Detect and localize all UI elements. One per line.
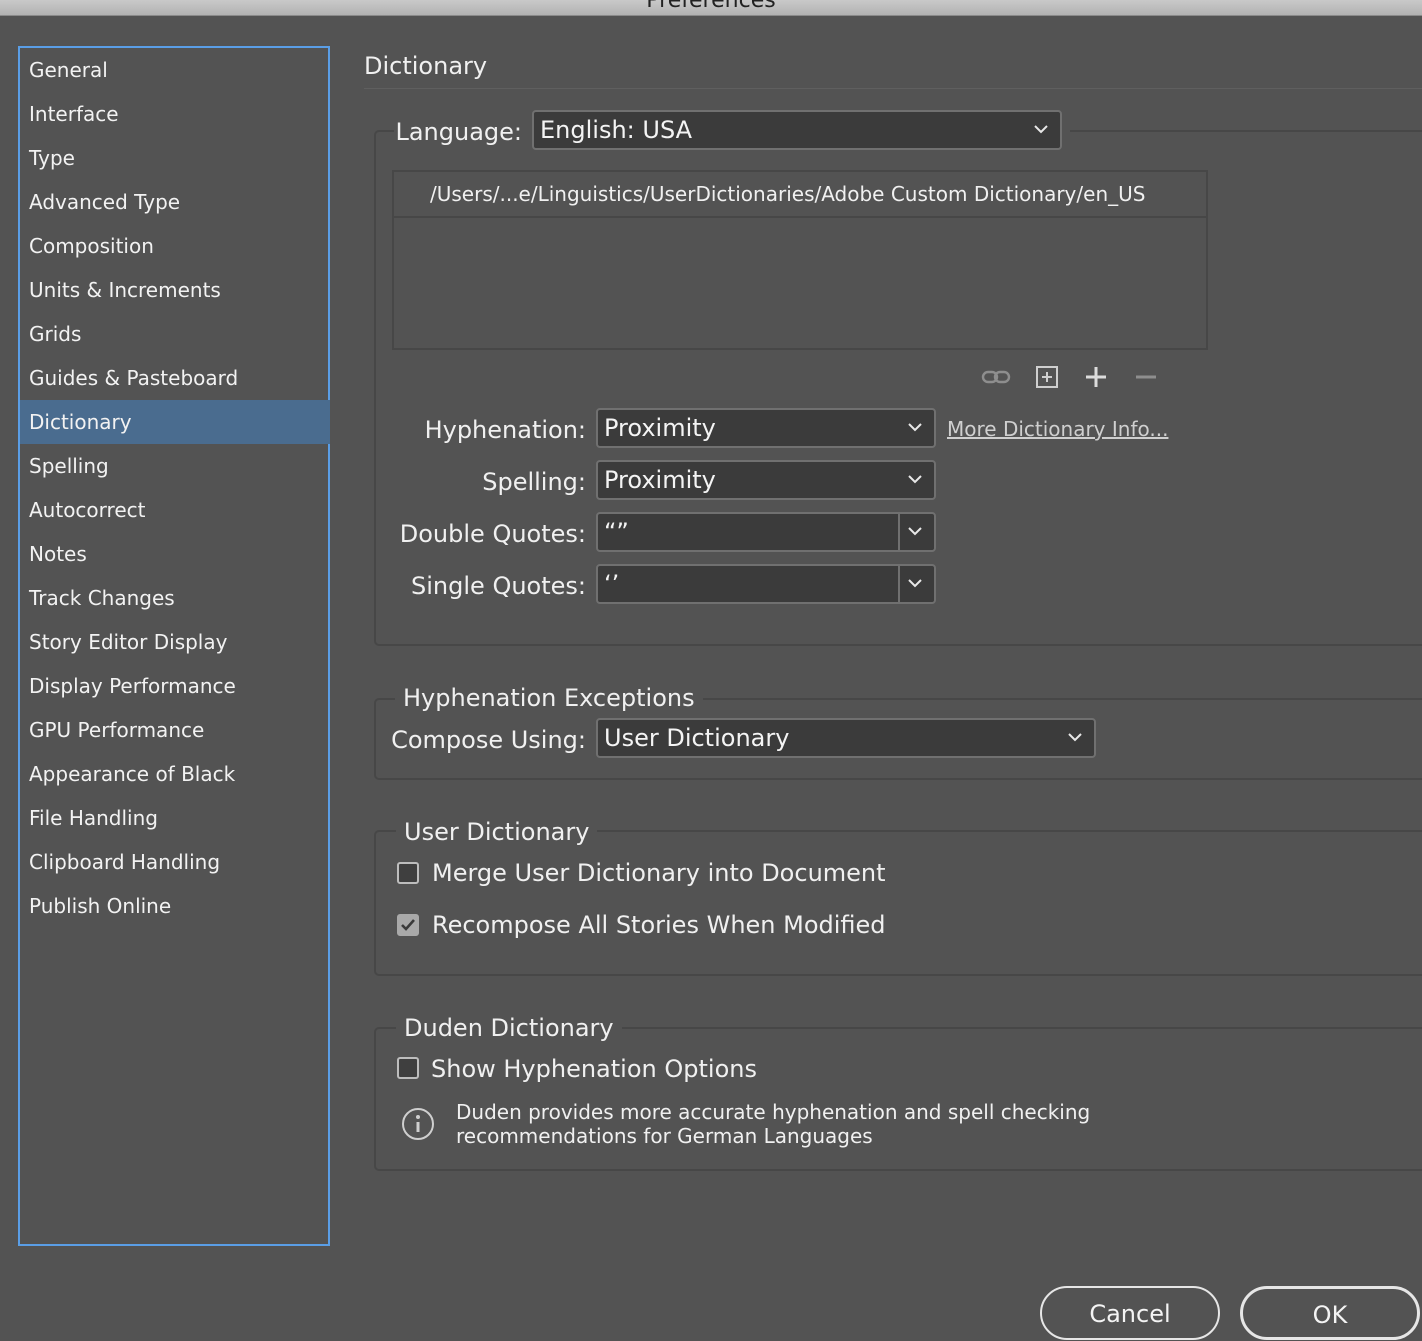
sidebar-item-file-handling[interactable]: File Handling	[20, 796, 330, 840]
sidebar-item-grids[interactable]: Grids	[20, 312, 330, 356]
page-title: Dictionary	[364, 52, 488, 80]
sidebar-item-guides-pasteboard[interactable]: Guides & Pasteboard	[20, 356, 330, 400]
sidebar-item-units-increments[interactable]: Units & Increments	[20, 268, 330, 312]
sidebar-item-advanced-type[interactable]: Advanced Type	[20, 180, 330, 224]
ok-button[interactable]: OK	[1240, 1286, 1420, 1340]
merge-user-dictionary-label[interactable]: Merge User Dictionary into Document	[432, 858, 886, 888]
combo-divider	[898, 566, 900, 602]
duden-info-text: Duden provides more accurate hyphenation…	[456, 1100, 1090, 1148]
cancel-button[interactable]: Cancel	[1040, 1286, 1220, 1340]
sidebar-item-gpu-performance[interactable]: GPU Performance	[20, 708, 330, 752]
list-item[interactable]: /Users/...e/Linguistics/UserDictionaries…	[394, 172, 1206, 218]
spelling-select[interactable]: Proximity	[596, 460, 936, 500]
duden-info-line-2: recommendations for German Languages	[456, 1124, 873, 1148]
checkmark-icon	[401, 919, 415, 931]
window-title: Preferences	[646, 0, 776, 13]
hyphenation-label: Hyphenation:	[424, 416, 586, 444]
sidebar-item-notes[interactable]: Notes	[20, 532, 330, 576]
duden-dictionary-title: Duden Dictionary	[396, 1013, 622, 1043]
sidebar-item-spelling[interactable]: Spelling	[20, 444, 330, 488]
recompose-stories-label[interactable]: Recompose All Stories When Modified	[432, 910, 886, 940]
duden-dictionary-group	[374, 1027, 1422, 1171]
show-hyphenation-options-checkbox[interactable]	[397, 1057, 419, 1079]
sidebar-item-general[interactable]: General	[20, 48, 330, 92]
chevron-down-icon	[1034, 125, 1048, 134]
plus-icon[interactable]	[1080, 361, 1112, 393]
compose-using-select[interactable]: User Dictionary	[596, 718, 1096, 758]
sidebar-item-clipboard-handling[interactable]: Clipboard Handling	[20, 840, 330, 884]
merge-user-dictionary-checkbox[interactable]	[397, 862, 419, 884]
language-value: English: USA	[540, 116, 693, 144]
double-quotes-value: “”	[604, 518, 629, 546]
show-hyphenation-options-label[interactable]: Show Hyphenation Options	[431, 1054, 757, 1084]
single-quotes-combo[interactable]: ‘’	[596, 564, 936, 604]
double-quotes-label: Double Quotes:	[399, 520, 586, 548]
add-existing-icon[interactable]	[1031, 361, 1063, 393]
chevron-down-icon	[908, 475, 922, 484]
recompose-stories-checkbox[interactable]	[397, 914, 419, 936]
hyphenation-select[interactable]: Proximity	[596, 408, 936, 448]
spelling-label: Spelling:	[482, 468, 586, 496]
sidebar-item-appearance-of-black[interactable]: Appearance of Black	[20, 752, 330, 796]
heading-divider	[364, 88, 1422, 89]
sidebar-item-track-changes[interactable]: Track Changes	[20, 576, 330, 620]
more-dictionary-info-link[interactable]: More Dictionary Info...	[947, 417, 1168, 441]
single-quotes-label: Single Quotes:	[411, 572, 586, 600]
chevron-down-icon	[1068, 733, 1082, 742]
minus-icon[interactable]	[1130, 361, 1162, 393]
hyphenation-exceptions-title: Hyphenation Exceptions	[395, 683, 703, 713]
sidebar-item-interface[interactable]: Interface	[20, 92, 330, 136]
sidebar-item-autocorrect[interactable]: Autocorrect	[20, 488, 330, 532]
chevron-down-icon[interactable]	[906, 576, 924, 590]
sidebar-item-type[interactable]: Type	[20, 136, 330, 180]
sidebar-item-dictionary[interactable]: Dictionary	[20, 400, 330, 444]
sidebar-item-story-editor-display[interactable]: Story Editor Display	[20, 620, 330, 664]
preferences-sidebar[interactable]: General Interface Type Advanced Type Composi…	[18, 46, 330, 1246]
link-icon[interactable]	[980, 361, 1012, 393]
sidebar-item-composition[interactable]: Composition	[20, 224, 330, 268]
user-dictionary-group	[374, 830, 1422, 976]
compose-using-value: User Dictionary	[604, 724, 790, 752]
sidebar-item-display-performance[interactable]: Display Performance	[20, 664, 330, 708]
sidebar-item-publish-online[interactable]: Publish Online	[20, 884, 330, 928]
single-quotes-value: ‘’	[604, 570, 620, 598]
chevron-down-icon[interactable]	[906, 524, 924, 538]
language-select[interactable]: English: USA	[532, 110, 1062, 150]
combo-divider	[898, 514, 900, 550]
title-bar: Preferences	[0, 0, 1422, 16]
user-dictionary-title: User Dictionary	[396, 817, 598, 847]
chevron-down-icon	[908, 423, 922, 432]
duden-info-line-1: Duden provides more accurate hyphenation…	[456, 1100, 1091, 1124]
compose-using-label: Compose Using:	[391, 726, 586, 754]
hyphenation-value: Proximity	[604, 414, 716, 442]
dictionary-list[interactable]: /Users/...e/Linguistics/UserDictionaries…	[392, 170, 1208, 350]
spelling-value: Proximity	[604, 466, 716, 494]
language-label: Language:	[395, 118, 522, 146]
info-icon	[402, 1108, 434, 1140]
double-quotes-combo[interactable]: “”	[596, 512, 936, 552]
